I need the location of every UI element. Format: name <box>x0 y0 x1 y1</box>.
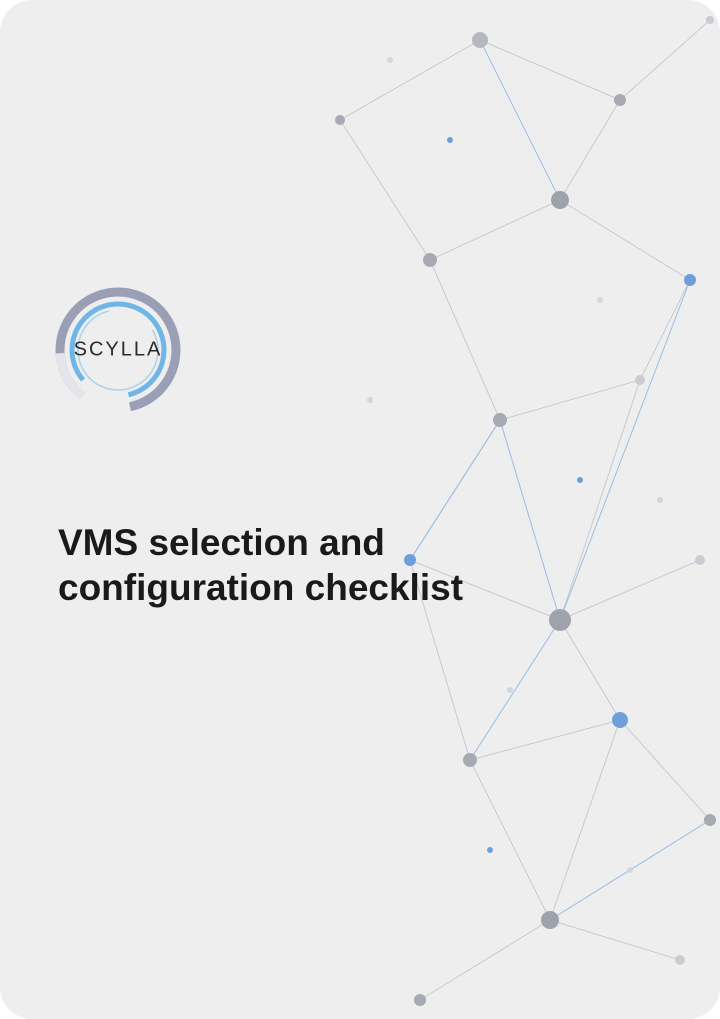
document-cover: SCYLLA VMS selection and configuration c… <box>0 0 720 1019</box>
document-title: VMS selection and configuration checklis… <box>58 520 518 610</box>
brand-name: SCYLLA <box>74 339 163 362</box>
brand-logo: SCYLLA <box>48 280 188 420</box>
network-decoration <box>300 0 720 1019</box>
